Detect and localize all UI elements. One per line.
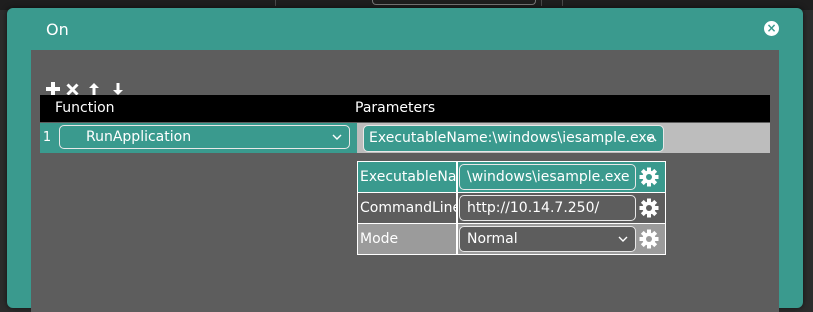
function-dialog: On × Function Parameters 1 RunApplicatio… [7,8,803,312]
parameters-field[interactable]: ExecutableName:\windows\iesample.exe [363,125,664,152]
gear-icon[interactable] [639,167,659,187]
background-divider [275,0,276,6]
parameters-popup: ExecutableName \windows\iesample.exe Com… [357,161,666,255]
close-icon: × [766,21,777,35]
chevron-down-icon [618,236,628,242]
table-row[interactable]: 1 RunApplication ExecutableName:\windows… [40,123,770,153]
gear-icon[interactable] [639,198,659,218]
param-row-mode: Mode Normal [358,224,665,254]
mode-value: Normal [467,231,518,247]
delete-icon [66,82,79,96]
executable-name-input[interactable]: \windows\iesample.exe [459,164,636,190]
param-row-commandline: CommandLine http://10.14.7.250/ [358,193,665,223]
function-value: RunApplication [86,129,192,145]
parameters-value: ExecutableName:\windows\iesample.exe [369,130,655,146]
param-row-executable: ExecutableName \windows\iesample.exe [358,162,665,192]
move-up-icon [89,83,99,95]
background-divider [541,0,542,6]
delete-button[interactable] [66,82,79,96]
mode-select[interactable]: Normal [459,226,636,252]
param-label: Mode [358,224,456,254]
background-control [372,0,536,5]
chevron-up-icon[interactable] [647,126,657,151]
move-down-icon [113,83,123,95]
row-number: 1 [40,123,54,153]
grid-header: Function Parameters [40,95,770,122]
column-header-parameters: Parameters [355,100,436,116]
gear-icon[interactable] [639,229,659,249]
move-down-button[interactable] [113,83,123,95]
dialog-content: Function Parameters 1 RunApplication Exe… [31,50,779,312]
close-button[interactable]: × [764,21,779,36]
move-up-button[interactable] [89,83,99,95]
add-button[interactable] [46,82,60,96]
function-select[interactable]: RunApplication [59,125,350,149]
column-header-function: Function [55,100,115,116]
param-label: ExecutableName [358,162,456,192]
chevron-down-icon [332,134,342,140]
dialog-title: On [46,20,69,39]
background-divider [562,0,563,6]
param-label: CommandLine [358,193,456,223]
add-icon [46,82,60,96]
command-line-input[interactable]: http://10.14.7.250/ [459,195,636,221]
